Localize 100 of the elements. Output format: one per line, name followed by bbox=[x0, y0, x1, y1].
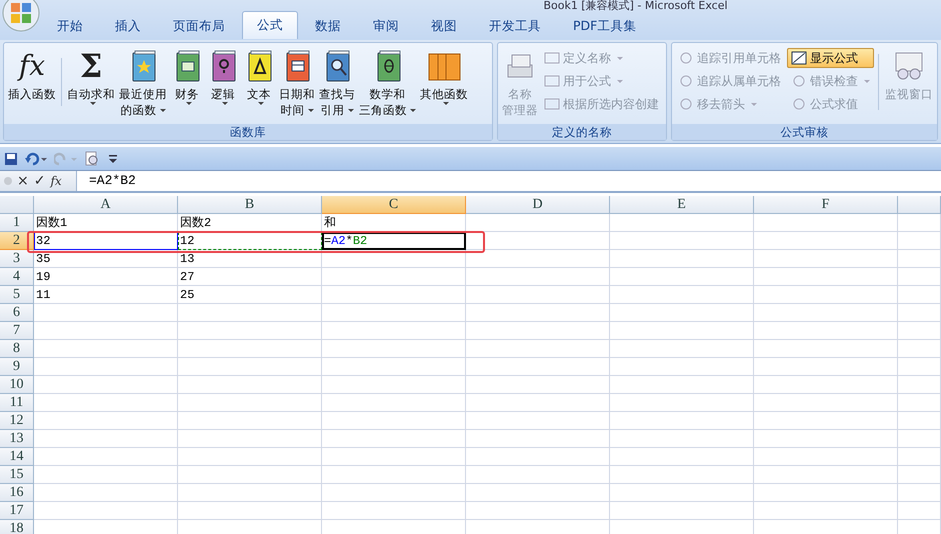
table-cell[interactable] bbox=[898, 340, 941, 358]
table-cell[interactable] bbox=[610, 448, 754, 466]
table-cell[interactable] bbox=[610, 286, 754, 304]
table-cell[interactable]: 19 bbox=[34, 268, 178, 286]
table-cell[interactable] bbox=[322, 358, 466, 376]
insert-function-button[interactable]: fx bbox=[50, 175, 62, 187]
table-cell[interactable] bbox=[610, 322, 754, 340]
table-cell[interactable] bbox=[754, 232, 898, 250]
table-cell[interactable]: 32 bbox=[34, 232, 178, 250]
table-cell[interactable] bbox=[898, 394, 941, 412]
ribbon-tab[interactable]: 插入 bbox=[100, 13, 156, 39]
table-cell[interactable] bbox=[178, 394, 322, 412]
table-cell[interactable] bbox=[466, 484, 610, 502]
table-cell[interactable] bbox=[322, 268, 466, 286]
row-header[interactable]: 16 bbox=[0, 484, 34, 502]
table-cell[interactable] bbox=[178, 430, 322, 448]
table-cell[interactable] bbox=[754, 466, 898, 484]
table-cell[interactable]: 13 bbox=[178, 250, 322, 268]
row-header[interactable]: 14 bbox=[0, 448, 34, 466]
table-cell[interactable] bbox=[754, 322, 898, 340]
table-cell[interactable] bbox=[898, 322, 941, 340]
name-box-handle[interactable] bbox=[4, 177, 12, 185]
table-cell[interactable] bbox=[178, 304, 322, 322]
table-cell[interactable] bbox=[610, 376, 754, 394]
print-preview-icon[interactable] bbox=[84, 150, 100, 166]
save-icon[interactable] bbox=[4, 152, 18, 166]
table-cell[interactable] bbox=[34, 358, 178, 376]
table-cell[interactable] bbox=[322, 502, 466, 520]
row-header[interactable]: 8 bbox=[0, 340, 34, 358]
ribbon-button[interactable]: 日期和 时间 bbox=[277, 46, 317, 124]
table-cell[interactable] bbox=[610, 214, 754, 232]
table-cell[interactable] bbox=[610, 394, 754, 412]
table-cell[interactable] bbox=[466, 502, 610, 520]
table-cell[interactable] bbox=[754, 340, 898, 358]
table-cell[interactable]: 35 bbox=[34, 250, 178, 268]
table-cell[interactable]: =A2*B2 bbox=[322, 232, 466, 250]
table-cell[interactable] bbox=[466, 322, 610, 340]
ribbon-button[interactable]: 其他函数 bbox=[418, 46, 470, 124]
table-cell[interactable] bbox=[322, 304, 466, 322]
row-header[interactable]: 17 bbox=[0, 502, 34, 520]
table-cell[interactable] bbox=[466, 430, 610, 448]
table-cell[interactable] bbox=[34, 430, 178, 448]
table-cell[interactable] bbox=[178, 376, 322, 394]
row-header[interactable]: 12 bbox=[0, 412, 34, 430]
table-cell[interactable] bbox=[34, 322, 178, 340]
table-cell[interactable]: 12 bbox=[178, 232, 322, 250]
ribbon-tab[interactable]: 开发工具 bbox=[474, 13, 556, 39]
ribbon-button[interactable]: 财务 bbox=[169, 46, 205, 124]
table-cell[interactable] bbox=[610, 268, 754, 286]
table-cell[interactable] bbox=[898, 358, 941, 376]
table-cell[interactable] bbox=[898, 232, 941, 250]
table-cell[interactable] bbox=[754, 412, 898, 430]
table-cell[interactable] bbox=[610, 340, 754, 358]
table-cell[interactable] bbox=[322, 430, 466, 448]
table-cell[interactable] bbox=[34, 376, 178, 394]
cancel-button[interactable]: × bbox=[17, 174, 29, 188]
table-cell[interactable] bbox=[898, 466, 941, 484]
ribbon-tab[interactable]: PDF工具集 bbox=[558, 13, 652, 39]
table-cell[interactable] bbox=[610, 430, 754, 448]
table-cell[interactable] bbox=[178, 502, 322, 520]
table-cell[interactable] bbox=[610, 484, 754, 502]
table-cell[interactable] bbox=[898, 286, 941, 304]
row-header[interactable]: 2 bbox=[0, 232, 34, 250]
table-cell[interactable] bbox=[34, 502, 178, 520]
table-cell[interactable] bbox=[898, 448, 941, 466]
table-cell[interactable] bbox=[466, 250, 610, 268]
row-header[interactable]: 18 bbox=[0, 520, 34, 534]
column-header[interactable]: D bbox=[466, 196, 610, 214]
column-header[interactable]: B bbox=[178, 196, 322, 214]
table-cell[interactable] bbox=[322, 484, 466, 502]
table-cell[interactable] bbox=[898, 304, 941, 322]
row-header[interactable]: 11 bbox=[0, 394, 34, 412]
table-cell[interactable]: 和 bbox=[322, 214, 466, 232]
table-cell[interactable] bbox=[34, 340, 178, 358]
table-cell[interactable] bbox=[898, 376, 941, 394]
table-cell[interactable]: 因数1 bbox=[34, 214, 178, 232]
table-cell[interactable] bbox=[754, 376, 898, 394]
table-cell[interactable] bbox=[322, 448, 466, 466]
table-cell[interactable] bbox=[322, 412, 466, 430]
table-cell[interactable]: 25 bbox=[178, 286, 322, 304]
table-cell[interactable] bbox=[466, 232, 610, 250]
table-cell[interactable] bbox=[898, 412, 941, 430]
row-header[interactable]: 10 bbox=[0, 376, 34, 394]
row-header[interactable]: 6 bbox=[0, 304, 34, 322]
table-cell[interactable] bbox=[466, 340, 610, 358]
table-cell[interactable]: 27 bbox=[178, 268, 322, 286]
column-header[interactable]: E bbox=[610, 196, 754, 214]
table-cell[interactable] bbox=[34, 448, 178, 466]
office-button-icon[interactable] bbox=[2, 0, 40, 32]
row-header[interactable]: 3 bbox=[0, 250, 34, 268]
table-cell[interactable] bbox=[610, 232, 754, 250]
table-cell[interactable] bbox=[898, 484, 941, 502]
ribbon-button[interactable]: 数学和 三角函数 bbox=[357, 46, 418, 124]
table-cell[interactable] bbox=[178, 340, 322, 358]
table-cell[interactable] bbox=[754, 430, 898, 448]
table-cell[interactable] bbox=[610, 502, 754, 520]
column-header[interactable]: F bbox=[754, 196, 898, 214]
ribbon-tab[interactable]: 开始 bbox=[42, 13, 98, 39]
row-header[interactable]: 7 bbox=[0, 322, 34, 340]
ribbon-tab[interactable]: 公式 bbox=[242, 11, 298, 39]
